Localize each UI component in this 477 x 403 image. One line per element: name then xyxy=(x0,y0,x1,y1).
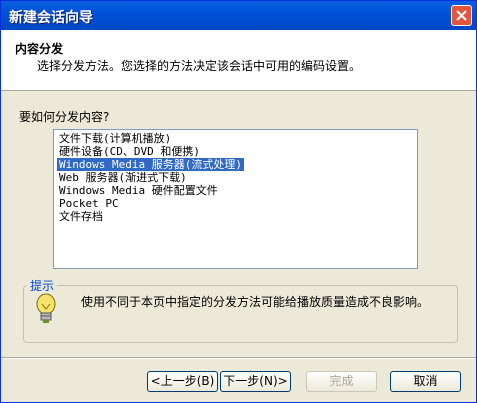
title-bar[interactable]: 新建会话向导 xyxy=(1,1,476,30)
lightbulb-icon xyxy=(36,293,56,323)
list-item[interactable]: 文件下载(计算机播放) xyxy=(57,132,173,145)
finish-button[interactable]: 完成 xyxy=(306,371,377,392)
list-item-selected[interactable]: Windows Media 服务器(流式处理) xyxy=(57,158,244,171)
tip-legend: 提示 xyxy=(27,277,58,294)
next-button[interactable]: 下一步(N)> xyxy=(220,371,291,392)
back-button[interactable]: <上一步(B) xyxy=(147,371,218,392)
close-button[interactable] xyxy=(451,5,472,26)
cancel-button[interactable]: 取消 xyxy=(390,371,461,392)
distribution-method-list[interactable]: 文件下载(计算机播放) 硬件设备(CD、DVD 和便携) Windows Med… xyxy=(53,129,418,269)
tip-text: 使用不同于本页中指定的分发方法可能给播放质量造成不良影响。 xyxy=(81,295,430,309)
button-divider xyxy=(1,357,476,359)
list-item[interactable]: Windows Media 硬件配置文件 xyxy=(57,184,220,197)
distribution-question: 要如何分发内容? xyxy=(19,110,110,124)
list-item[interactable]: 文件存档 xyxy=(57,210,105,223)
window-title: 新建会话向导 xyxy=(9,10,93,26)
page-title: 内容分发 xyxy=(15,42,64,56)
list-item[interactable]: 硬件设备(CD、DVD 和便携) xyxy=(57,145,202,158)
wizard-header: 内容分发 选择分发方法。您选择的方法决定该会话中可用的编码设置。 xyxy=(1,30,476,91)
close-icon xyxy=(456,10,467,21)
wizard-window: 新建会话向导 内容分发 选择分发方法。您选择的方法决定该会话中可用的编码设置。 … xyxy=(0,0,477,403)
list-item[interactable]: Pocket PC xyxy=(57,197,121,210)
page-description: 选择分发方法。您选择的方法决定该会话中可用的编码设置。 xyxy=(37,59,362,73)
list-item[interactable]: Web 服务器(渐进式下载) xyxy=(57,171,189,184)
